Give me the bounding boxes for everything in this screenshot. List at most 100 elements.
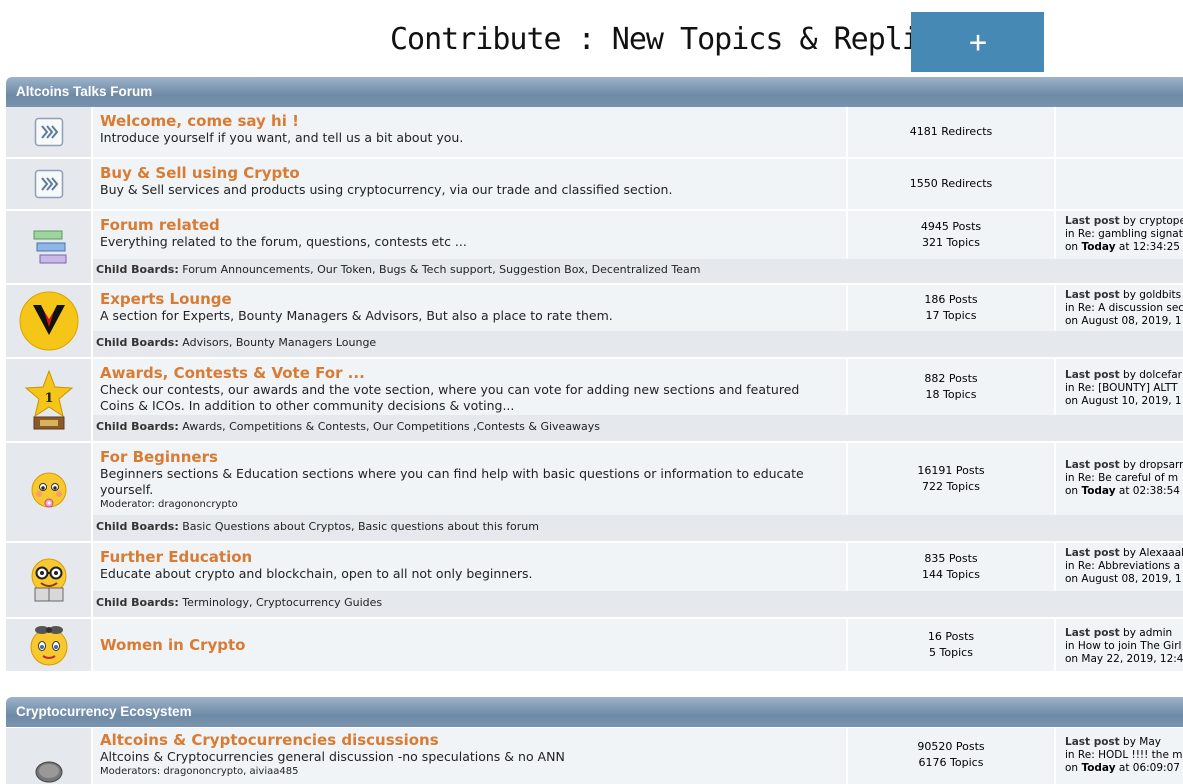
child-boards-label: Child Boards:: [96, 336, 179, 349]
tuxedo-icon[interactable]: [6, 285, 93, 357]
board-info: Welcome, come say hi ! Introduce yoursel…: [93, 107, 848, 157]
board-row-welcome: Welcome, come say hi ! Introduce yoursel…: [6, 107, 1183, 159]
category-header-cryptocurrency-ecosystem[interactable]: Cryptocurrency Ecosystem: [6, 697, 1183, 727]
topic-count: 321 Topics: [922, 236, 980, 249]
board-link-awards[interactable]: Awards, Contests & Vote For ...: [100, 365, 846, 382]
last-post-label: Last post: [1065, 459, 1120, 471]
trophy-star-icon[interactable]: 1: [6, 359, 93, 441]
child-boards: Child Boards: Awards, Competitions & Con…: [93, 415, 1183, 441]
last-post-on: on: [1065, 485, 1079, 497]
board-row-for-beginners: For Beginners Beginners sections & Educa…: [6, 443, 1183, 541]
last-post-author[interactable]: by goldbits: [1123, 289, 1181, 301]
last-post-label: Last post: [1065, 627, 1120, 639]
nerd-smiley-icon[interactable]: [6, 543, 93, 617]
child-board-links[interactable]: Advisors, Bounty Managers Lounge: [182, 336, 376, 349]
moderators[interactable]: Moderator: dragononcrypto: [100, 498, 846, 512]
board-stats: 1550 Redirects: [848, 159, 1056, 209]
last-post-time: at 06:09:07: [1118, 762, 1180, 774]
last-post-author[interactable]: by Alexaaal: [1123, 547, 1183, 559]
last-post-time: at 12:34:25: [1118, 241, 1180, 253]
board-row-awards: 1 Awards, Contests & Vote For ... Check …: [6, 359, 1183, 441]
last-post-date: Today: [1081, 241, 1116, 253]
last-post-date: on August 08, 2019, 1: [1065, 315, 1182, 327]
board-description: A section for Experts, Bounty Managers &…: [100, 308, 613, 323]
board-info: Buy & Sell using Crypto Buy & Sell servi…: [93, 159, 848, 209]
board-link-welcome[interactable]: Welcome, come say hi !: [100, 113, 846, 130]
banner-title: Contribute : New Topics & Replies: [390, 22, 954, 57]
child-boards-label: Child Boards:: [96, 420, 179, 433]
last-post-author[interactable]: by admin: [1123, 627, 1172, 639]
last-post: Last post by goldbits in Re: A discussio…: [1056, 285, 1183, 331]
board-description: Educate about crypto and blockchain, ope…: [100, 566, 533, 581]
topic-count: 6176 Topics: [918, 756, 984, 769]
last-post-topic[interactable]: in Re: [BOUNTY] ALTT: [1065, 382, 1183, 395]
last-post-date: on May 22, 2019, 12:4: [1065, 653, 1183, 665]
board-row-further-education: Further Education Educate about crypto a…: [6, 543, 1183, 617]
last-post-on: on: [1065, 762, 1079, 774]
stacked-bars-icon[interactable]: [6, 211, 93, 283]
topic-count: 18 Topics: [925, 388, 977, 401]
last-post-author[interactable]: by May: [1123, 736, 1161, 748]
last-post-topic[interactable]: in Re: Abbreviations a: [1065, 560, 1183, 573]
board-link-for-beginners[interactable]: For Beginners: [100, 449, 846, 466]
board-row-women-in-crypto: Women in Crypto 16 Posts 5 Topics Last p…: [6, 619, 1183, 673]
child-boards-label: Child Boards:: [96, 596, 179, 609]
board-link-women-in-crypto[interactable]: Women in Crypto: [100, 636, 245, 654]
board-row-altcoins-discussions: Altcoins & Cryptocurrencies discussions …: [6, 728, 1183, 784]
board-link-further-education[interactable]: Further Education: [100, 549, 846, 566]
board-stats: 4181 Redirects: [848, 107, 1056, 157]
board-link-altcoins-discussions[interactable]: Altcoins & Cryptocurrencies discussions: [100, 732, 846, 749]
board-info: For Beginners Beginners sections & Educa…: [93, 443, 848, 515]
last-post-topic[interactable]: in Re: gambling signat: [1065, 228, 1183, 241]
board-link-buy-sell[interactable]: Buy & Sell using Crypto: [100, 165, 846, 182]
redirect-icon[interactable]: [6, 107, 93, 157]
last-post-author[interactable]: by dolcefar: [1123, 369, 1182, 381]
last-post-topic[interactable]: in Re: A discussion sec: [1065, 302, 1183, 315]
last-post: Last post by May in Re: HODL !!!! the m …: [1056, 728, 1183, 784]
last-post-topic[interactable]: in Re: HODL !!!! the m: [1065, 749, 1183, 762]
topic-count: 722 Topics: [922, 480, 980, 493]
last-post-label: Last post: [1065, 289, 1120, 301]
child-boards-row: Child Boards: Awards, Competitions & Con…: [6, 415, 1183, 443]
board-description: Buy & Sell services and products using c…: [100, 182, 673, 197]
post-count: 882 Posts: [924, 372, 978, 385]
board-description: Everything related to the forum, questio…: [100, 234, 467, 249]
board-link-experts-lounge[interactable]: Experts Lounge: [100, 291, 846, 308]
last-post-author[interactable]: by cryptope: [1123, 215, 1183, 227]
last-post-topic[interactable]: in Re: Be careful of m: [1065, 472, 1183, 485]
board-info: Altcoins & Cryptocurrencies discussions …: [93, 728, 848, 784]
board-stats: 16191 Posts 722 Topics: [848, 443, 1056, 515]
moderators[interactable]: Moderators: dragononcrypto, aiviaa485: [100, 765, 846, 779]
last-post-label: Last post: [1065, 369, 1120, 381]
child-board-links[interactable]: Forum Announcements, Our Token, Bugs & T…: [182, 263, 700, 276]
child-board-links[interactable]: Basic Questions about Cryptos, Basic que…: [182, 520, 539, 533]
board-info: Women in Crypto: [93, 619, 848, 671]
post-count: 186 Posts: [924, 293, 978, 306]
points-button[interactable]: + Points: [911, 12, 1044, 122]
child-boards: Child Boards: Forum Announcements, Our T…: [93, 259, 1183, 283]
board-stats: 835 Posts 144 Topics: [848, 543, 1056, 591]
baby-smiley-icon[interactable]: [6, 443, 93, 541]
topic-count: 5 Topics: [929, 646, 973, 659]
redirect-icon[interactable]: [6, 159, 93, 209]
child-board-links[interactable]: Terminology, Cryptocurrency Guides: [182, 596, 382, 609]
board-description: Introduce yourself if you want, and tell…: [100, 130, 464, 145]
last-post-date: Today: [1081, 762, 1116, 774]
speech-bubbles-icon[interactable]: [6, 728, 93, 784]
last-post: Last post by dolcefar in Re: [BOUNTY] AL…: [1056, 359, 1183, 415]
board-info: Experts Lounge A section for Experts, Bo…: [93, 285, 848, 331]
category-header-altcoins-talks-forum[interactable]: Altcoins Talks Forum: [6, 77, 1183, 107]
board-table-altcoins-talks-forum: Welcome, come say hi ! Introduce yoursel…: [6, 107, 1183, 673]
last-post-date: Today: [1081, 485, 1116, 497]
board-stats: 882 Posts 18 Topics: [848, 359, 1056, 415]
girl-smiley-icon[interactable]: [6, 619, 93, 671]
last-post-author[interactable]: by dropsarr: [1123, 459, 1183, 471]
svg-text:1: 1: [44, 391, 53, 406]
board-link-forum-related[interactable]: Forum related: [100, 217, 846, 234]
board-description: Altcoins & Cryptocurrencies general disc…: [100, 749, 565, 764]
last-post-topic[interactable]: in How to join The Girl: [1065, 640, 1183, 653]
child-board-links[interactable]: Awards, Competitions & Contests, Our Com…: [182, 420, 600, 433]
board-stats: 90520 Posts 6176 Topics: [848, 728, 1056, 784]
board-row-forum-related: Forum related Everything related to the …: [6, 211, 1183, 283]
board-info: Awards, Contests & Vote For ... Check ou…: [93, 359, 848, 415]
